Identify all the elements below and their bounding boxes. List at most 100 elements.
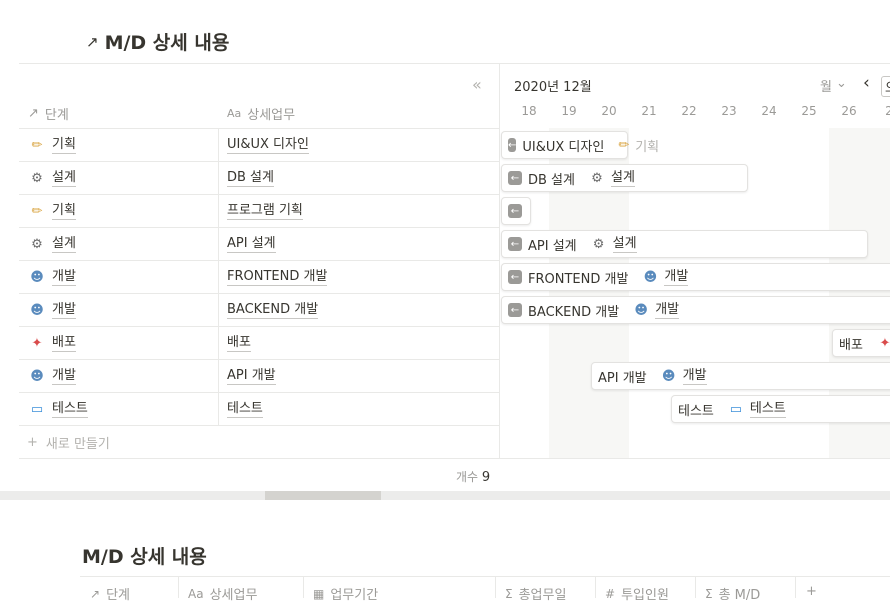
- gear-icon: ⚙: [31, 170, 43, 186]
- timeline-day-label: 21: [641, 104, 657, 118]
- timeline-day-label: 20: [601, 104, 617, 118]
- row-stage-cell[interactable]: ☻ 개발: [29, 360, 76, 392]
- timeline-prev-button[interactable]: ‹: [863, 73, 870, 93]
- table-bottom-border: [19, 458, 890, 459]
- row-divider: [19, 326, 500, 327]
- timeline-day-label: 18: [521, 104, 537, 118]
- add-column-button[interactable]: +: [806, 584, 817, 599]
- view2-column-separator: [303, 577, 304, 598]
- row-stage-cell[interactable]: ▭ 테스트: [29, 393, 88, 425]
- column-separator: [218, 128, 219, 426]
- gear-icon: ⚙: [31, 236, 43, 252]
- view2-column-separator: [595, 577, 596, 598]
- pencil-icon: ✏: [31, 137, 43, 153]
- back-arrow-icon[interactable]: ←: [508, 171, 522, 185]
- technologist-icon: ☻: [30, 269, 44, 285]
- row-task-cell[interactable]: API 개발: [227, 360, 276, 392]
- row-task-cell[interactable]: DB 설계: [227, 162, 274, 194]
- timeline-day-label: 25: [801, 104, 817, 118]
- timeline-bar[interactable]: ← DB 설계 ⚙ 설계: [501, 164, 748, 192]
- timeline-bar[interactable]: ← FRONTEND 개발 ☻ 개발: [501, 263, 890, 291]
- timeline-bar[interactable]: ← UI&UX 디자인 ✏ 기획: [501, 131, 659, 159]
- view2-column-header[interactable]: Σ총 M/D: [705, 584, 760, 603]
- view2-column-separator: [178, 577, 179, 598]
- view2-column-header[interactable]: # 투입인원: [605, 584, 669, 603]
- view2-column-header[interactable]: ↗ 단계: [90, 584, 130, 603]
- technologist-icon: ☻: [634, 302, 648, 318]
- gear-icon: ⚙: [591, 170, 603, 186]
- column-header-stage[interactable]: ↗ 단계: [28, 104, 69, 123]
- pencil-icon: ✏: [618, 137, 630, 153]
- back-arrow-icon[interactable]: ←: [508, 237, 522, 251]
- collapse-table-button[interactable]: «: [472, 75, 482, 94]
- timeline-day-label: 24: [761, 104, 777, 118]
- view-title-text: M/D 상세 내용: [104, 32, 230, 54]
- row-stage-cell[interactable]: ☻ 개발: [29, 294, 76, 326]
- back-arrow-icon[interactable]: ←: [508, 138, 517, 152]
- text-property-icon: Aa: [188, 586, 204, 601]
- divider: [19, 63, 890, 64]
- row-task-cell[interactable]: FRONTEND 개발: [227, 261, 328, 293]
- timeline-bar[interactable]: ← BACKEND 개발 ☻ 개발: [501, 296, 890, 324]
- horizontal-scrollbar[interactable]: [0, 491, 890, 500]
- view2-column-header[interactable]: ▦ 업무기간: [313, 584, 378, 603]
- row-task-cell[interactable]: 테스트: [227, 393, 263, 425]
- text-property-icon: Aa: [227, 107, 242, 120]
- relation-arrow-icon: ↗: [28, 106, 39, 121]
- calendar-icon: ▦: [313, 586, 325, 601]
- timeline-scale-select[interactable]: 월 ⌄: [820, 76, 847, 95]
- back-arrow-icon[interactable]: ←: [508, 204, 522, 218]
- view2-column-header[interactable]: Aa 상세업무: [188, 584, 257, 603]
- timeline-day-label: 19: [561, 104, 577, 118]
- party-popper-icon: ✦: [879, 335, 890, 351]
- row-stage-cell[interactable]: ☻ 개발: [29, 261, 76, 293]
- back-arrow-icon[interactable]: ←: [508, 270, 522, 284]
- gear-icon: ⚙: [592, 236, 605, 252]
- row-stage-cell[interactable]: ✏ 기획: [29, 129, 76, 161]
- view-title[interactable]: ↗ M/D 상세 내용: [86, 28, 229, 55]
- relation-arrow-icon: ↗: [90, 586, 101, 601]
- formula-icon: Σ: [505, 586, 513, 601]
- timeline-bar[interactable]: 테스트 ▭ 테스트: [671, 395, 890, 423]
- party-popper-icon: ✦: [31, 335, 43, 351]
- formula-icon: Σ: [705, 586, 713, 601]
- table-timeline-separator: [499, 63, 500, 459]
- row-stage-cell[interactable]: ✦ 배포: [29, 327, 76, 359]
- timeline-day-label: 22: [681, 104, 697, 118]
- technologist-icon: ☻: [30, 368, 44, 384]
- row-task-cell[interactable]: BACKEND 개발: [227, 294, 319, 326]
- timeline-day-label: 26: [841, 104, 857, 118]
- row-count[interactable]: 개수 9: [456, 468, 490, 485]
- row-stage-cell[interactable]: ⚙ 설계: [29, 162, 76, 194]
- back-arrow-icon[interactable]: ←: [508, 303, 522, 317]
- row-task-cell[interactable]: UI&UX 디자인: [227, 129, 309, 161]
- column-header-task[interactable]: Aa 상세업무: [227, 104, 295, 123]
- timeline-day-label: 23: [721, 104, 737, 118]
- monitor-icon: ▭: [30, 401, 44, 417]
- monitor-icon: ▭: [729, 401, 743, 417]
- row-task-cell[interactable]: 프로그램 기획: [227, 195, 303, 227]
- row-divider: [19, 425, 500, 426]
- timeline-today-button[interactable]: 오: [881, 76, 890, 97]
- view2-title[interactable]: M/D 상세 내용: [82, 542, 207, 569]
- row-stage-cell[interactable]: ⚙ 설계: [29, 228, 76, 260]
- row-task-cell[interactable]: 배포: [227, 327, 251, 359]
- technologist-icon: ☻: [30, 302, 44, 318]
- technologist-icon: ☻: [643, 269, 658, 285]
- timeline-day-label: 2: [885, 104, 890, 118]
- timeline-bar[interactable]: ←: [501, 197, 531, 225]
- timeline-bar[interactable]: ← API 설계 ⚙ 설계: [501, 230, 868, 258]
- view2-column-header[interactable]: Σ 총업무일: [505, 584, 566, 603]
- scrollbar-thumb[interactable]: [265, 491, 381, 500]
- new-row-button[interactable]: + 새로 만들기: [27, 433, 110, 452]
- view2-column-separator: [495, 577, 496, 598]
- technologist-icon: ☻: [661, 368, 676, 384]
- plus-icon: +: [27, 435, 38, 450]
- pencil-icon: ✏: [31, 203, 43, 219]
- row-task-cell[interactable]: API 설계: [227, 228, 276, 260]
- timeline-bar[interactable]: 배포 ✦: [832, 329, 890, 357]
- view2-column-separator: [695, 577, 696, 598]
- row-stage-cell[interactable]: ✏ 기획: [29, 195, 76, 227]
- timeline-month: 2020년 12월: [514, 80, 592, 95]
- timeline-bar[interactable]: API 개발 ☻ 개발: [591, 362, 890, 390]
